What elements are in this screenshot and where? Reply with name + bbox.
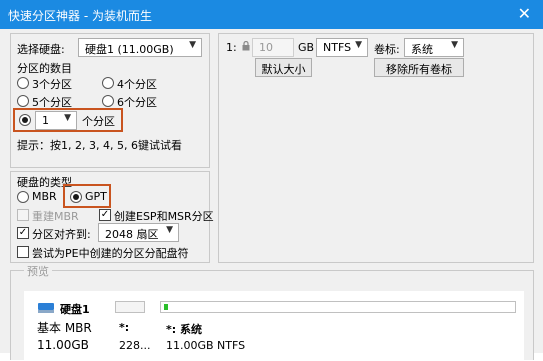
disk-capacity: 11.00GB (37, 338, 89, 352)
align-label: 分区对齐到: (32, 228, 91, 241)
disk-partition-type: 基本 MBR (37, 321, 92, 335)
partition-1-size: 228... (119, 339, 151, 352)
align-select-value: 2048 扇区 (105, 228, 159, 241)
create-esp-msr-checkbox[interactable]: ✓ (99, 209, 111, 221)
filesystem-select[interactable]: NTFS ▼ (316, 38, 368, 57)
radio-mbr-label: MBR (32, 190, 57, 203)
partition-1-letter: *: (119, 321, 130, 334)
close-icon[interactable]: ✕ (518, 4, 531, 23)
chevron-down-icon: ▼ (355, 40, 362, 50)
partition-size-value: 10 (259, 41, 273, 54)
radio-gpt-label: GPT (85, 190, 107, 203)
custom-count-suffix: 个分区 (82, 115, 115, 128)
partition-1-bar (115, 301, 145, 313)
partition-2-info: 11.00GB NTFS (166, 339, 246, 352)
custom-count-select[interactable]: 1 ▼ (35, 111, 77, 130)
custom-count-value: 1 (42, 114, 49, 127)
volume-label-value: 系统 (411, 43, 433, 56)
radio-mbr[interactable] (17, 191, 29, 203)
partition-count-label: 分区的数目 (17, 62, 72, 75)
partition-index: 1: (226, 41, 237, 54)
volume-label-caption: 卷标: (374, 43, 400, 56)
partition-size-unit: GB (298, 41, 315, 54)
create-esp-msr-label: 创建ESP和MSR分区 (114, 210, 214, 223)
lock-icon[interactable] (242, 41, 250, 51)
title-bar: 快速分区神器 - 为装机而生 ✕ (0, 0, 543, 29)
preview-label: 预览 (24, 263, 52, 279)
chevron-down-icon: ▼ (64, 113, 71, 123)
partition-2-bar (160, 301, 516, 313)
chevron-down-icon: ▼ (189, 40, 196, 50)
volume-label-select[interactable]: 系统 ▼ (404, 38, 464, 57)
rebuild-mbr-label: 重建MBR (32, 210, 79, 223)
disk-name: 硬盘1 (60, 303, 90, 316)
rebuild-mbr-checkbox[interactable] (17, 209, 29, 221)
radio-6-partitions[interactable] (102, 95, 114, 107)
partition-2-letter: *: 系统 (166, 323, 202, 336)
radio-5-partitions[interactable] (17, 95, 29, 107)
remove-all-labels-button[interactable]: 移除所有卷标 (374, 58, 464, 77)
partition-2-bar-fill (164, 304, 168, 310)
radio-4-partitions[interactable] (102, 77, 114, 89)
default-size-button[interactable]: 默认大小 (255, 58, 312, 77)
align-select[interactable]: 2048 扇区 ▼ (98, 223, 179, 242)
radio-3-partitions[interactable] (17, 77, 29, 89)
disk-select-value: 硬盘1 (11.00GB) (85, 43, 174, 56)
partition-1-preview[interactable]: *: 228... (115, 301, 153, 361)
align-checkbox[interactable]: ✓ (17, 227, 29, 239)
pe-assign-label: 尝试为PE中创建的分区分配盘符 (32, 247, 189, 260)
keyboard-hint: 提示：按1, 2, 3, 4, 5, 6键试试看 (17, 139, 182, 152)
disk-icon (38, 303, 54, 313)
radio-custom-partitions[interactable] (19, 114, 31, 126)
radio-6-partitions-label: 6个分区 (117, 96, 157, 109)
chevron-down-icon: ▼ (166, 225, 173, 235)
partition-2-preview[interactable]: *: 系统 11.00GB NTFS (160, 301, 518, 361)
radio-gpt[interactable] (70, 191, 82, 203)
radio-3-partitions-label: 3个分区 (32, 78, 72, 91)
chevron-down-icon: ▼ (451, 40, 458, 50)
window-title: 快速分区神器 - 为装机而生 (8, 9, 152, 23)
disk-select-label: 选择硬盘: (17, 43, 65, 56)
disk-select[interactable]: 硬盘1 (11.00GB) ▼ (78, 38, 202, 57)
window-client-area: 选择硬盘: 硬盘1 (11.00GB) ▼ 分区的数目 3个分区 4个分区 5个… (0, 29, 543, 361)
pe-assign-checkbox[interactable] (17, 246, 29, 258)
radio-4-partitions-label: 4个分区 (117, 78, 157, 91)
partition-size-input[interactable]: 10 (252, 38, 294, 57)
filesystem-value: NTFS (323, 41, 352, 54)
